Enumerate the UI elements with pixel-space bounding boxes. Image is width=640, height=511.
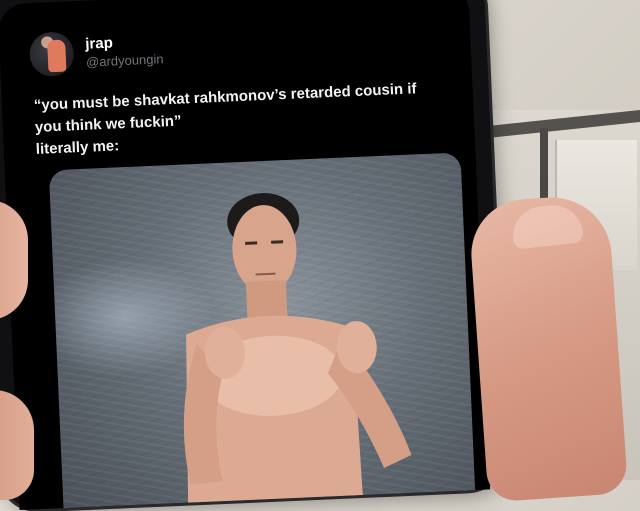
tweet-media-image[interactable]	[48, 152, 477, 510]
tweet-header: jrap @ardyoungin	[28, 27, 164, 78]
fighter-right-eye	[271, 240, 284, 244]
phone-screen: jrap @ardyoungin “you must be shavkat ra…	[0, 0, 491, 510]
avatar[interactable]	[28, 31, 75, 78]
user-handle[interactable]: @ardyoungin	[86, 50, 164, 70]
fighter-photo	[183, 193, 412, 510]
fighter-neck	[245, 280, 288, 322]
phone-device: jrap @ardyoungin “you must be shavkat ra…	[0, 0, 507, 511]
author-names: jrap @ardyoungin	[85, 32, 164, 70]
tweet-text: “you must be shavkat rahkmonov’s retarde…	[33, 77, 455, 161]
avatar-figure-icon	[47, 39, 67, 73]
fighter-left-eye	[245, 241, 258, 245]
